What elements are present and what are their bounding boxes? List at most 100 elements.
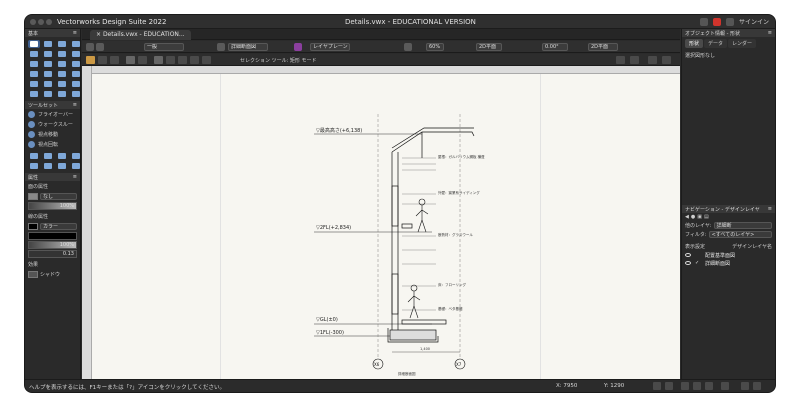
nav-button[interactable]: ▣ [697, 214, 702, 220]
line-weight-field[interactable]: 0.13 [28, 250, 77, 258]
rectangle-tool[interactable] [28, 60, 40, 68]
palette-menu-icon[interactable]: ≡ [73, 174, 77, 180]
line-swatch[interactable] [28, 223, 38, 230]
status-icon-7[interactable] [741, 382, 749, 390]
snap-icon[interactable] [616, 56, 625, 64]
class-dropdown[interactable]: 一般 [144, 43, 184, 51]
mode-button-7[interactable] [178, 56, 187, 64]
callout-tool[interactable] [70, 50, 82, 58]
double-line-tool[interactable] [42, 50, 54, 58]
polyline-tool[interactable] [56, 70, 68, 78]
status-icon-2[interactable] [665, 382, 673, 390]
tab-render[interactable]: レンダー [728, 39, 757, 48]
rounded-rectangle-tool[interactable] [42, 60, 54, 68]
visibility-column-header[interactable]: 表示設定 [685, 243, 705, 250]
fill-opacity-bar[interactable]: 100% [28, 202, 77, 210]
layer-plane-icon[interactable] [294, 43, 302, 51]
zoom-window-button[interactable] [46, 19, 52, 25]
zoom-icon[interactable] [404, 43, 412, 51]
tab-close-icon[interactable]: × [96, 31, 103, 38]
forward-arrow-icon[interactable] [96, 43, 104, 51]
active-layer-dropdown[interactable]: 詳細断 [713, 222, 772, 229]
layer-row[interactable]: 配置基準面図 [682, 251, 775, 259]
visibility-eye-icon[interactable] [685, 261, 691, 265]
more-options-icon[interactable] [662, 56, 671, 64]
status-icon-3[interactable] [681, 382, 689, 390]
toolset-architect-button[interactable] [28, 152, 40, 160]
toolset-detail-button[interactable] [28, 162, 40, 170]
mode-button-8[interactable] [190, 56, 199, 64]
mode-button-6[interactable] [166, 56, 175, 64]
view-options-icon[interactable] [648, 56, 657, 64]
rotate-tool[interactable] [56, 80, 68, 88]
text-tool[interactable] [56, 50, 68, 58]
dimension-tool[interactable] [28, 80, 40, 88]
mode-button-1[interactable] [98, 56, 107, 64]
pan-tool[interactable] [42, 40, 54, 48]
tab-shape[interactable]: 形状 [685, 39, 704, 48]
eyedropper-tool[interactable] [70, 90, 82, 98]
polygon-tool[interactable] [42, 70, 54, 78]
clip-tool[interactable] [28, 90, 40, 98]
layer-dropdown[interactable]: 詳細断面図 [228, 43, 268, 51]
minimize-window-button[interactable] [38, 19, 44, 25]
toolset-render-button[interactable] [56, 162, 68, 170]
toolset-spotlight-button[interactable] [56, 152, 68, 160]
layer-plane-dropdown[interactable]: レイヤプレーン [310, 43, 350, 51]
line-color-bar[interactable] [28, 232, 77, 240]
filter-dropdown[interactable]: <すべてのレイヤ> [708, 231, 772, 238]
nav-button[interactable]: ◀ [685, 214, 689, 220]
fillet-tool[interactable] [56, 90, 68, 98]
fill-swatch[interactable] [28, 193, 38, 200]
angle-field[interactable]: 0.00° [542, 43, 568, 51]
document-tab[interactable]: × Details.vwx - EDUCATION... [90, 30, 191, 40]
toolset-item-translate-view[interactable]: 視点移動 [25, 129, 80, 139]
selection-tool[interactable] [28, 40, 40, 48]
layer-row[interactable]: ✓ 詳細断面図 [682, 259, 775, 267]
arc-tool[interactable] [28, 70, 40, 78]
palette-menu-icon[interactable]: ≡ [73, 102, 77, 108]
status-icon-4[interactable] [693, 382, 701, 390]
mode-button-2[interactable] [110, 56, 119, 64]
notification-icon[interactable] [712, 17, 721, 26]
toolset-site-button[interactable] [70, 162, 82, 170]
fill-style-dropdown[interactable]: なし [40, 193, 77, 200]
toolset-item-flyover[interactable]: フライオーバー [25, 109, 80, 119]
palette-menu-icon[interactable]: ≡ [768, 30, 772, 36]
line-style-dropdown[interactable]: カラー [40, 223, 77, 230]
visibility-eye-icon[interactable] [685, 253, 691, 257]
palette-menu-icon[interactable]: ≡ [73, 30, 77, 36]
mode-button-4[interactable] [138, 56, 147, 64]
mode-button-9[interactable] [202, 56, 211, 64]
status-icon-6[interactable] [721, 382, 729, 390]
zoom-field[interactable]: 60% [426, 43, 444, 51]
back-arrow-icon[interactable] [86, 43, 94, 51]
toolset-item-rotate-view[interactable]: 視点回転 [25, 139, 80, 149]
freehand-tool[interactable] [70, 70, 82, 78]
toolset-item-walkthrough[interactable]: ウォークスルー [25, 119, 80, 129]
mirror-tool[interactable] [42, 80, 54, 88]
view-dropdown[interactable]: 2D平面 [476, 43, 502, 51]
flyover-tool[interactable] [56, 40, 68, 48]
pause-icon[interactable] [753, 382, 761, 390]
shadow-checkbox[interactable] [28, 271, 38, 278]
offset-tool[interactable] [70, 80, 82, 88]
settings-gear-icon[interactable] [630, 56, 639, 64]
palette-menu-icon[interactable]: ≡ [768, 206, 772, 212]
signin-link[interactable]: サインイン [739, 17, 769, 26]
layer-options-icon[interactable] [217, 43, 225, 51]
layer-name-column-header[interactable]: デザインレイヤ名 [732, 243, 772, 250]
render-mode-dropdown[interactable]: 2D平面 [588, 43, 618, 51]
oval-tool[interactable] [70, 60, 82, 68]
tool-mode-icon[interactable] [86, 56, 95, 64]
line-tool[interactable] [28, 50, 40, 58]
trim-tool[interactable] [42, 90, 54, 98]
status-icon-5[interactable] [705, 382, 713, 390]
mode-button-5[interactable] [154, 56, 163, 64]
nav-button[interactable]: ● [691, 214, 695, 220]
account-icon[interactable] [725, 17, 734, 26]
tab-data[interactable]: データ [704, 39, 728, 48]
nav-button[interactable]: ▤ [704, 214, 709, 220]
toolset-3d-button[interactable] [70, 152, 82, 160]
mode-button-3[interactable] [126, 56, 135, 64]
